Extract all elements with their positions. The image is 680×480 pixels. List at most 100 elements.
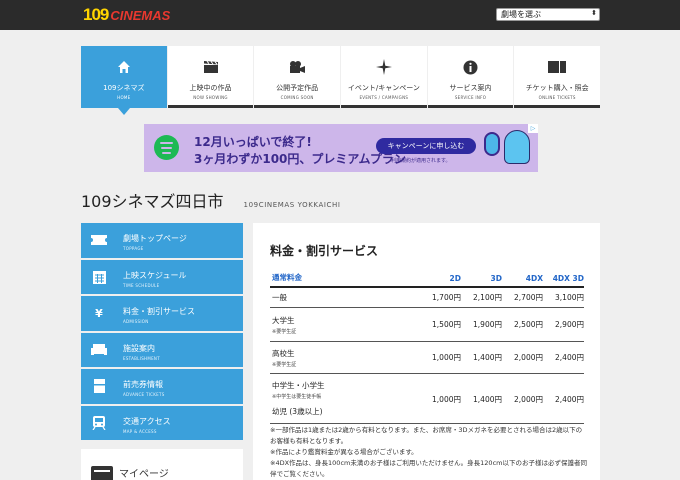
nav-sublabel: COMING SOON <box>280 95 314 100</box>
header-cell: 4DX 3D <box>552 274 584 283</box>
ad-choices-icon[interactable]: ▷ <box>528 124 538 133</box>
price-cell: 2,100円 <box>473 293 502 302</box>
price-cell: 2,700円 <box>514 293 543 302</box>
nav-sublabel: HOME <box>117 95 131 100</box>
character-illustration <box>504 130 530 164</box>
banner-subheadline: 3ヶ月わずか100円、プレミアムプラン <box>194 152 406 166</box>
microphone-icon <box>484 132 500 156</box>
note-line: ※作品により鑑賞料金が異なる場合がございます。 <box>270 448 418 456</box>
sidebar: 劇場トップページ TOPPAGE 上映スケジュール TIME SCHEDULE … <box>81 223 243 442</box>
ticket-stub-icon <box>91 233 107 247</box>
table-row: 高校生 ※要学生証 1,000円 1,400円 2,000円 2,400円 <box>270 342 584 374</box>
price-cell: 2,500円 <box>514 320 543 329</box>
main-nav: 109シネマズ HOME 上映中の作品 NOW SHOWING 公開予定作品 C… <box>81 46 601 115</box>
row-label: 中学生・小学生 <box>272 381 325 390</box>
header-cell: 2D <box>449 274 461 283</box>
sidebar-item-access[interactable]: 交通アクセス MAP & ACCESS <box>81 405 243 440</box>
calendar-icon <box>91 270 107 284</box>
sidebar-item-advance-tickets[interactable]: 前売券情報 ADVANCE TICKETS <box>81 369 243 404</box>
spotify-logo-icon <box>154 135 179 160</box>
top-bar: 109 CINEMAS 劇場を選ぶ ⬍ <box>0 0 680 30</box>
nav-label: 109シネマズ <box>103 84 145 92</box>
price-notes: ※一部作品は1歳または2歳から有料となります。また、お席席・3Dメガネを必要とさ… <box>270 425 588 480</box>
table-row: 中学生・小学生 ※中学生は要生徒手帳 幼児 (3歳以上) 1,000円 1,400円… <box>270 374 584 424</box>
row-note: ※要学生証 <box>272 328 297 335</box>
banner-cta-button[interactable]: キャンペーンに申し込む <box>376 138 476 154</box>
select-arrows-icon: ⬍ <box>591 9 597 17</box>
nav-coming-soon[interactable]: 公開予定作品 COMING SOON <box>254 46 341 108</box>
table-row: 一般 1,700円 2,100円 2,700円 3,100円 <box>270 288 584 308</box>
sidebar-item-sublabel: ESTABLISHMENT <box>123 355 160 361</box>
price-cell: 1,500円 <box>432 320 461 329</box>
nav-label: イベント/キャンペーン <box>347 84 420 92</box>
price-cell: 1,400円 <box>473 353 502 362</box>
row-label: 大学生 <box>272 315 295 325</box>
price-table: 通常料金 2D 3D 4DX 4DX 3D 一般 1,700円 2,100円 2… <box>270 273 584 424</box>
ad-banner[interactable]: 12月いっぱいで終了! 3ヶ月わずか100円、プレミアムプラン キャンペーンに申… <box>144 124 538 172</box>
theater-title: 109シネマズ四日市 109CINEMAS YOKKAICHI <box>81 188 341 212</box>
page-title-en: 109CINEMAS YOKKAICHI <box>243 201 341 209</box>
sidebar-item-label: 料金・割引サービス <box>123 307 195 316</box>
clapperboard-icon <box>203 59 219 75</box>
row-label: 一般 <box>272 293 287 302</box>
nav-label: 公開予定作品 <box>276 84 319 92</box>
theater-select[interactable]: 劇場を選ぶ ⬍ <box>496 8 600 21</box>
row-label-extra: 幼児 (3歳以上) <box>272 407 323 416</box>
train-icon <box>91 415 107 430</box>
section-title: 料金・割引サービス <box>270 244 379 258</box>
sidebar-item-admission[interactable]: ¥ 料金・割引サービス ADMISSION <box>81 296 243 331</box>
yen-icon: ¥ <box>95 306 103 320</box>
price-cell: 1,700円 <box>432 293 461 302</box>
table-row: 大学生 ※要学生証 1,500円 1,900円 2,500円 2,900円 <box>270 308 584 342</box>
nav-sublabel: EVENTS / CAMPAIGNS <box>359 95 409 100</box>
document-icon <box>91 379 107 393</box>
nav-label: サービス案内 <box>449 84 492 92</box>
price-cell: 2,000円 <box>514 395 543 404</box>
mypage-box[interactable]: マイページ <box>81 449 243 480</box>
price-table-header: 通常料金 2D 3D 4DX 4DX 3D <box>270 273 584 288</box>
sidebar-item-label: 施設案内 <box>123 343 155 353</box>
header-cell: 3D <box>490 274 502 283</box>
row-label: 高校生 <box>272 348 295 358</box>
nav-service-info[interactable]: サービス案内 SERVICE INFO <box>427 46 514 108</box>
page-title: 109シネマズ四日市 <box>81 192 224 211</box>
banner-headline: 12月いっぱいで終了! <box>194 135 312 149</box>
nav-label: チケット購入・照会 <box>525 84 589 92</box>
sidebar-item-sublabel: TIME SCHEDULE <box>123 282 160 288</box>
row-note: ※中学生は要生徒手帳 <box>272 394 322 400</box>
header-cell: 4DX <box>525 274 543 283</box>
nav-now-showing[interactable]: 上映中の作品 NOW SHOWING <box>167 46 254 108</box>
price-cell: 2,400円 <box>555 353 584 362</box>
sidebar-item-establishment[interactable]: 施設案内 ESTABLISHMENT <box>81 332 243 367</box>
logo-number: 109 <box>83 5 109 24</box>
sidebar-item-sublabel: TOPPAGE <box>123 246 144 251</box>
price-cell: 2,900円 <box>555 320 584 329</box>
price-cell: 2,000円 <box>514 353 543 362</box>
sidebar-item-schedule[interactable]: 上映スケジュール TIME SCHEDULE <box>81 259 243 294</box>
sidebar-item-sublabel: ADVANCE TICKETS <box>123 392 165 397</box>
sidebar-item-label: 交通アクセス <box>123 416 171 426</box>
site-logo[interactable]: 109 CINEMAS <box>83 5 170 25</box>
home-icon <box>117 59 131 75</box>
banner-note: 利用規約が適用されます。 <box>391 158 451 164</box>
sidebar-item-sublabel: ADMISSION <box>123 319 149 324</box>
sidebar-item-label: 前売券情報 <box>123 380 163 389</box>
price-cell: 3,100円 <box>555 293 584 302</box>
row-note: ※要学生証 <box>272 361 297 368</box>
nav-online-tickets[interactable]: チケット購入・照会 ONLINE TICKETS <box>514 46 601 108</box>
sidebar-item-toppage[interactable]: 劇場トップページ TOPPAGE <box>81 223 243 258</box>
ticket-icon <box>548 59 567 75</box>
nav-events[interactable]: イベント/キャンペーン EVENTS / CAMPAIGNS <box>341 46 427 108</box>
sidebar-item-label: 上映スケジュール <box>123 270 187 280</box>
nav-home[interactable]: 109シネマズ HOME <box>81 46 167 115</box>
price-cell: 2,400円 <box>555 395 584 404</box>
note-line: ※一部作品は1歳または2歳から有料となります。また、お席席・3Dメガネを必要とさ… <box>270 426 583 445</box>
theater-select-value: 劇場を選ぶ <box>501 10 541 19</box>
sparkle-icon <box>375 59 392 75</box>
main-content: 料金・割引サービス 通常料金 2D 3D 4DX 4DX 3D 一般 1,700… <box>253 223 600 480</box>
info-icon <box>463 59 478 75</box>
nav-label: 上映中の作品 <box>189 84 232 92</box>
note-line: ※4DX作品は、身長100cm未満のお子様はご利用いただけません。身長120cm… <box>270 459 587 478</box>
mypage-label: マイページ <box>119 469 169 480</box>
sidebar-item-label: 劇場トップページ <box>123 234 187 243</box>
